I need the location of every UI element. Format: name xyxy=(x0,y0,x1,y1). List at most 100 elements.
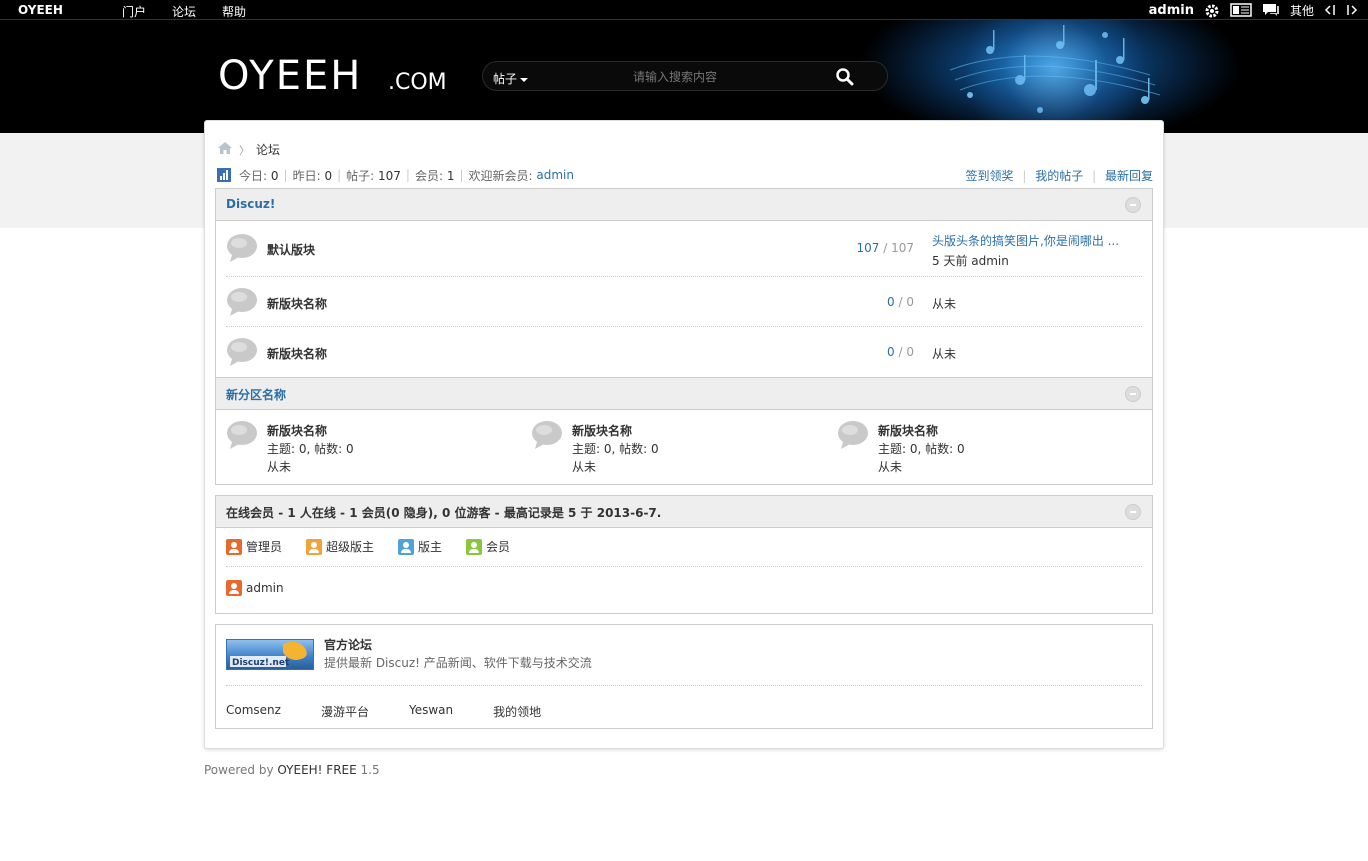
divider: | xyxy=(283,168,288,182)
user-bar: admin 其他 xyxy=(1149,1,1358,19)
forum-last-post: 从未 xyxy=(572,460,597,474)
last-post-link[interactable]: 头版头条的搞笑图片,你是闹哪出 ... xyxy=(932,232,1119,249)
stat-yesterday: 昨日: 0 xyxy=(292,168,333,183)
forum-name[interactable]: 新版块名称 xyxy=(267,422,327,439)
site-logo[interactable]: OYEEH .COM xyxy=(218,52,458,99)
user-icon xyxy=(306,538,323,555)
forum-status-icon xyxy=(226,287,258,316)
forum-stats-line: 主题: 0, 帖数: 0 xyxy=(572,442,659,456)
other-menu[interactable]: 其他 xyxy=(1290,2,1314,19)
online-members: 在线会员 - 1 人在线 - 1 会员(0 隐身), 0 位游客 - 最高记录是… xyxy=(215,495,1153,614)
forum-last-post: 从未 xyxy=(878,460,903,474)
footer-prefix: Powered by xyxy=(204,763,278,777)
username-link[interactable]: admin xyxy=(1149,3,1194,18)
nav-portal[interactable]: 门户 xyxy=(122,3,146,20)
message-icon[interactable] xyxy=(1262,3,1280,17)
online-title-link[interactable]: 在线会员 xyxy=(226,506,274,520)
official-forum-desc: 提供最新 Discuz! 产品新闻、软件下载与技术交流 xyxy=(324,656,592,670)
forum-cell: 新版块名称 主题: 0, 帖数: 0 从未 xyxy=(226,420,526,480)
link-comsenz[interactable]: Comsenz xyxy=(226,703,281,720)
forum-row: 新版块名称 0 / 0 从未 xyxy=(226,327,1142,377)
logo-text: OYEEH xyxy=(218,53,362,96)
forum-status-icon xyxy=(226,233,258,262)
site-name[interactable]: OYEEH xyxy=(18,3,63,17)
site-header: OYEEH .COM 帖子 xyxy=(0,20,1368,133)
my-posts-link[interactable]: 我的帖子 xyxy=(1035,169,1083,183)
category-title[interactable]: 新分区名称 xyxy=(226,386,286,403)
user-icon xyxy=(226,580,242,596)
link-my-territory[interactable]: 我的领地 xyxy=(493,703,541,720)
nav-forum[interactable]: 论坛 xyxy=(172,3,196,20)
search-input[interactable] xyxy=(633,68,813,86)
breadcrumb: 〉 论坛 xyxy=(217,141,280,158)
divider: | xyxy=(1022,169,1027,183)
forum-name[interactable]: 默认版块 xyxy=(267,241,315,258)
official-forum-banner[interactable]: Discuz!.net xyxy=(226,639,314,670)
forum-name[interactable]: 新版块名称 xyxy=(267,295,327,312)
news-icon[interactable] xyxy=(1230,3,1252,17)
breadcrumb-current[interactable]: 论坛 xyxy=(256,141,280,158)
forum-stats-line: 主题: 0, 帖数: 0 xyxy=(878,442,965,456)
forum-name[interactable]: 新版块名称 xyxy=(572,422,632,439)
divider: | xyxy=(459,168,464,182)
legend-admin: 管理员 xyxy=(226,538,282,555)
search-icon[interactable] xyxy=(835,67,855,87)
legend-moderator: 版主 xyxy=(398,538,442,555)
search-type-select[interactable]: 帖子 xyxy=(493,70,529,87)
home-icon[interactable] xyxy=(217,141,233,158)
quick-links: 签到领奖 | 我的帖子 | 最新回复 xyxy=(966,167,1153,184)
forum-last-post: 从未 xyxy=(267,460,292,474)
divider: | xyxy=(405,168,410,182)
forum-cell: 新版块名称 主题: 0, 帖数: 0 从未 xyxy=(531,420,831,480)
divider xyxy=(226,685,1142,686)
forum-counts: 0 / 0 xyxy=(887,295,914,309)
legend-super-moderator: 超级版主 xyxy=(306,538,374,555)
forum-grid: 新版块名称 主题: 0, 帖数: 0 从未 新版块名称 主题: 0, 帖数: 0… xyxy=(216,410,1152,484)
stats-chart-icon[interactable] xyxy=(217,168,231,182)
online-user[interactable]: admin xyxy=(226,580,284,596)
forum-category-new: 新分区名称 新版块名称 主题: 0, 帖数: 0 从未 新版块名称 主题: 0,… xyxy=(215,377,1153,485)
divider: | xyxy=(337,168,342,182)
forum-status-icon xyxy=(226,420,258,449)
forum-row: 新版块名称 0 / 0 从未 xyxy=(226,277,1142,327)
official-forum-name[interactable]: 官方论坛 xyxy=(324,636,372,653)
forum-stats: 今日: 0 | 昨日: 0 | 帖子: 107 | 会员: 1 | 欢迎新会员:… xyxy=(217,166,1153,184)
forum-category-discuz: Discuz! 默认版块 107 / 107 头版头条的搞笑图片,你是闹哪出 .… xyxy=(215,188,1153,378)
user-icon xyxy=(398,538,415,555)
collapse-left-icon[interactable] xyxy=(1324,3,1336,17)
checkin-link[interactable]: 签到领奖 xyxy=(966,169,1014,183)
online-header: 在线会员 - 1 人在线 - 1 会员(0 隐身), 0 位游客 - 最高记录是… xyxy=(216,496,1152,528)
link-manyou[interactable]: 漫游平台 xyxy=(321,703,369,720)
forum-status-icon xyxy=(531,420,563,449)
gear-icon[interactable] xyxy=(1204,3,1220,18)
top-nav: 门户 论坛 帮助 xyxy=(122,3,246,20)
collapse-icon[interactable] xyxy=(1125,504,1141,520)
footer-version: 1.5 xyxy=(356,763,380,777)
collapse-icon[interactable] xyxy=(1125,197,1141,213)
logo-suffix: .COM xyxy=(388,70,447,95)
divider: | xyxy=(1092,169,1097,183)
newest-member-link[interactable]: admin xyxy=(536,168,574,182)
collapse-icon[interactable] xyxy=(1125,386,1141,402)
footer-product-link[interactable]: OYEEH! FREE xyxy=(277,763,356,777)
online-title: 在线会员 - 1 人在线 - 1 会员(0 隐身), 0 位游客 - 最高记录是… xyxy=(226,504,661,521)
forum-status-icon xyxy=(837,420,869,449)
category-title[interactable]: Discuz! xyxy=(226,197,275,211)
online-user-name[interactable]: admin xyxy=(246,581,284,595)
forum-name[interactable]: 新版块名称 xyxy=(267,345,327,362)
category-header: Discuz! xyxy=(216,189,1152,221)
stat-members: 会员: 1 xyxy=(414,168,455,183)
online-summary: - 1 人在线 - 1 会员(0 隐身), 0 位游客 - 最高记录是 5 于 … xyxy=(274,506,662,520)
nav-help[interactable]: 帮助 xyxy=(222,3,246,20)
stat-posts: 帖子: 107 xyxy=(346,168,401,183)
user-group-legend: 管理员 超级版主 版主 会员 xyxy=(226,538,510,555)
forum-cell: 新版块名称 主题: 0, 帖数: 0 从未 xyxy=(837,420,1137,480)
top-bar: OYEEH 门户 论坛 帮助 admin 其他 xyxy=(0,0,1368,20)
link-yeswan[interactable]: Yeswan xyxy=(409,703,453,720)
user-icon xyxy=(466,538,483,555)
text-links: Comsenz 漫游平台 Yeswan 我的领地 xyxy=(226,703,541,720)
latest-replies-link[interactable]: 最新回复 xyxy=(1105,169,1153,183)
svg-text:Discuz!.net: Discuz!.net xyxy=(232,658,290,668)
collapse-right-icon[interactable] xyxy=(1346,3,1358,17)
forum-name[interactable]: 新版块名称 xyxy=(878,422,938,439)
